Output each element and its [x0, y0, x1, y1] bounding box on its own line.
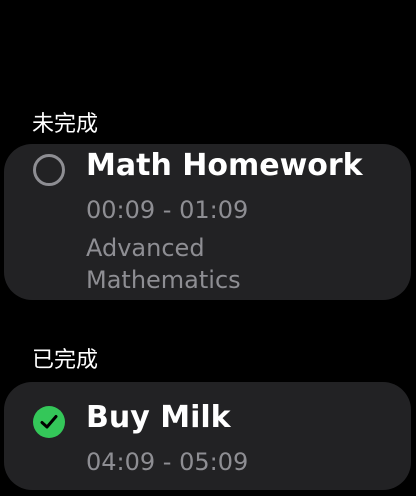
task-title: Buy Milk — [86, 400, 231, 435]
task-subject: Advanced Mathematics — [86, 234, 241, 294]
section-header-complete: 已完成 — [32, 348, 99, 373]
checkmark-circle-icon[interactable] — [33, 406, 65, 438]
task-row-buy-milk[interactable]: Buy Milk 04:09 - 05:09 — [4, 382, 411, 490]
checkmark-icon — [40, 415, 58, 429]
task-row-math-homework[interactable]: Math Homework 00:09 - 01:09 Advanced Mat… — [4, 144, 411, 300]
empty-circle-icon[interactable] — [33, 154, 65, 186]
task-time: 04:09 - 05:09 — [86, 448, 249, 476]
task-title: Math Homework — [86, 148, 363, 183]
task-time: 00:09 - 01:09 — [86, 196, 249, 224]
section-header-incomplete: 未完成 — [32, 112, 99, 137]
